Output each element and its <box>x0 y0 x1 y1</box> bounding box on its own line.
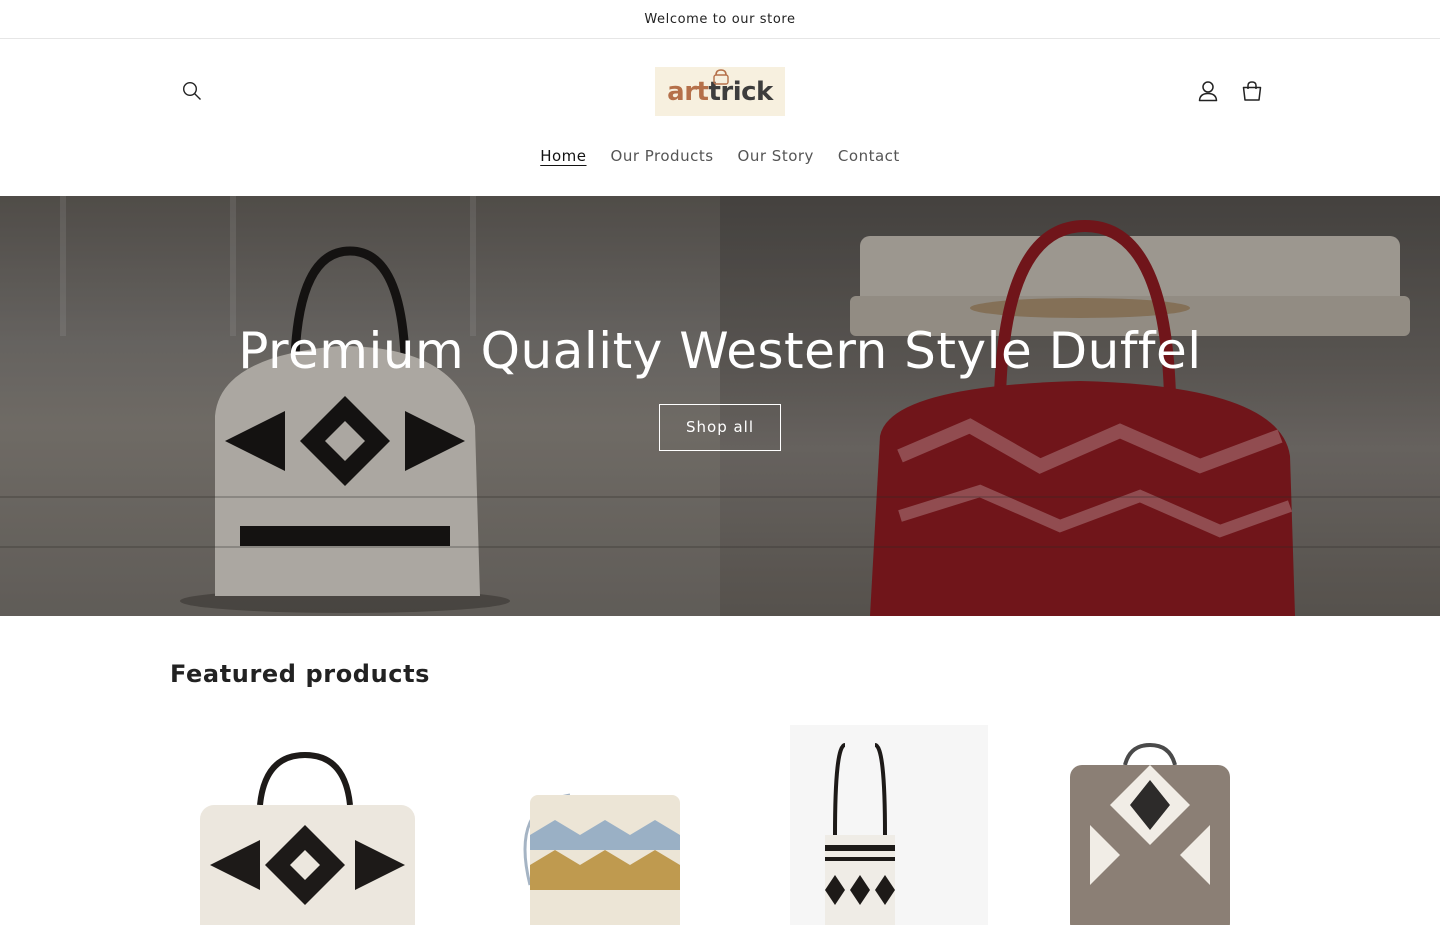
search-icon <box>182 81 201 100</box>
hero-title: Premium Quality Western Style Duffel <box>238 321 1202 380</box>
product-card[interactable] <box>1010 725 1268 925</box>
shop-all-button[interactable]: Shop all <box>659 403 781 451</box>
cart-icon <box>1242 81 1262 101</box>
hero-banner: Premium Quality Western Style Duffel Sho… <box>0 196 1440 616</box>
account-button[interactable] <box>1186 69 1230 113</box>
featured-products-title: Featured products <box>170 660 431 688</box>
nav-item-contact[interactable]: Contact <box>826 143 912 169</box>
product-card[interactable] <box>450 725 708 925</box>
main-nav: Home Our Products Our Story Contact <box>0 143 1440 169</box>
product-image-crossbody <box>523 793 680 925</box>
nav-item-our-products[interactable]: Our Products <box>599 143 726 169</box>
product-image-backpack <box>1070 742 1230 925</box>
hero-content: Premium Quality Western Style Duffel Sho… <box>0 196 1440 616</box>
logo-wordmark: arttrick <box>667 68 773 107</box>
shopping-bag-icon <box>713 68 729 85</box>
cart-button[interactable] <box>1230 69 1274 113</box>
product-grid <box>170 725 1270 925</box>
search-button[interactable] <box>170 69 214 113</box>
logo-text-art: art <box>667 76 709 107</box>
product-card[interactable] <box>170 725 428 925</box>
product-card[interactable] <box>730 725 988 925</box>
site-header: arttrick Home Our Products Our Story Con… <box>0 39 1440 196</box>
logo[interactable]: arttrick <box>655 67 785 116</box>
nav-item-our-story[interactable]: Our Story <box>726 143 826 169</box>
product-image-duffel <box>200 751 415 925</box>
account-icon <box>1198 81 1218 102</box>
nav-item-home[interactable]: Home <box>528 143 598 169</box>
product-image-tote <box>790 725 988 925</box>
announcement-bar: Welcome to our store <box>0 0 1440 39</box>
announcement-text: Welcome to our store <box>644 11 796 27</box>
